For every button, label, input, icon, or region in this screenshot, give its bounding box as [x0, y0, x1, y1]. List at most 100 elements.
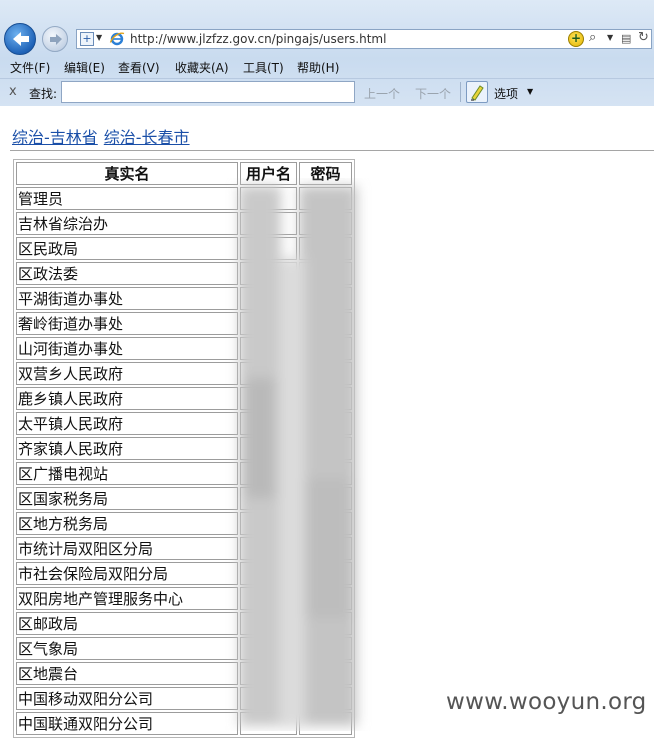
- forward-button[interactable]: [42, 26, 68, 52]
- password-cell: [299, 712, 352, 735]
- real-name-cell: 双阳房地产管理服务中心: [16, 587, 238, 610]
- back-button[interactable]: [4, 23, 36, 55]
- breadcrumb: 综治-吉林省 综治-长春市: [12, 124, 196, 148]
- username-cell: [240, 187, 297, 210]
- username-cell: [240, 512, 297, 535]
- table-row: 双阳房地产管理服务中心: [16, 587, 352, 610]
- real-name-cell: 鹿乡镇人民政府: [16, 387, 238, 410]
- table-row: 区政法委: [16, 262, 352, 285]
- forward-arrow-icon: [50, 34, 62, 45]
- real-name-cell: 市统计局双阳区分局: [16, 537, 238, 560]
- url-text[interactable]: http://www.jlzfzz.gov.cn/pingajs/users.h…: [130, 32, 386, 46]
- menu-tools[interactable]: 工具(T): [243, 59, 284, 76]
- password-cell: [299, 262, 352, 285]
- real-name-cell: 区地震台: [16, 662, 238, 685]
- header-real-name: 真实名: [16, 162, 238, 185]
- watermark: www.wooyun.org: [446, 689, 647, 715]
- table-row: 区地方税务局: [16, 512, 352, 535]
- address-bar[interactable]: + ▼ http://www.jlzfzz.gov.cn/pingajs/use…: [76, 29, 652, 49]
- refresh-icon[interactable]: ↻: [638, 30, 649, 45]
- username-cell: [240, 462, 297, 485]
- divider: [460, 82, 461, 102]
- password-cell: [299, 437, 352, 460]
- password-cell: [299, 612, 352, 635]
- username-cell: [240, 637, 297, 660]
- real-name-cell: 双营乡人民政府: [16, 362, 238, 385]
- search-dropdown-icon[interactable]: ▼: [607, 33, 613, 42]
- table-row: 双营乡人民政府: [16, 362, 352, 385]
- username-cell: [240, 487, 297, 510]
- username-cell: [240, 662, 297, 685]
- find-options-button[interactable]: 选项: [494, 85, 518, 102]
- go-icon[interactable]: +: [568, 31, 584, 47]
- table-row: 区地震台: [16, 662, 352, 685]
- real-name-cell: 区地方税务局: [16, 512, 238, 535]
- password-cell: [299, 212, 352, 235]
- menu-favorites[interactable]: 收藏夹(A): [175, 59, 229, 76]
- real-name-cell: 区广播电视站: [16, 462, 238, 485]
- table-row: 吉林省综治办: [16, 212, 352, 235]
- table-row: 中国移动双阳分公司: [16, 687, 352, 710]
- password-cell: [299, 662, 352, 685]
- username-cell: [240, 212, 297, 235]
- menu-help[interactable]: 帮助(H): [297, 59, 339, 76]
- users-table: 真实名 用户名 密码 管理员 吉林省综治办 区民政局 区政法委 平湖街道办事处 …: [13, 159, 355, 738]
- username-cell: [240, 312, 297, 335]
- chevron-down-icon[interactable]: ▼: [527, 87, 533, 96]
- username-cell: [240, 362, 297, 385]
- find-previous-button[interactable]: 上一个: [364, 85, 400, 102]
- password-cell: [299, 512, 352, 535]
- password-cell: [299, 387, 352, 410]
- username-cell: [240, 387, 297, 410]
- password-cell: [299, 487, 352, 510]
- link-jilin[interactable]: 综治-吉林省: [12, 128, 98, 147]
- username-cell: [240, 562, 297, 585]
- close-find-icon[interactable]: x: [9, 84, 17, 99]
- real-name-cell: 奢岭街道办事处: [16, 312, 238, 335]
- menu-edit[interactable]: 编辑(E): [64, 59, 105, 76]
- find-input[interactable]: [61, 81, 355, 103]
- password-cell: [299, 537, 352, 560]
- highlight-matches-button[interactable]: [466, 81, 488, 103]
- username-cell: [240, 712, 297, 735]
- table-row: 市社会保险局双阳分局: [16, 562, 352, 585]
- menu-view[interactable]: 查看(V): [118, 59, 160, 76]
- username-cell: [240, 287, 297, 310]
- real-name-cell: 区国家税务局: [16, 487, 238, 510]
- table-row: 太平镇人民政府: [16, 412, 352, 435]
- back-arrow-icon: [13, 32, 29, 46]
- username-cell: [240, 687, 297, 710]
- table-row: 区气象局: [16, 637, 352, 660]
- real-name-cell: 齐家镇人民政府: [16, 437, 238, 460]
- browser-chrome: + ▼ http://www.jlzfzz.gov.cn/pingajs/use…: [0, 0, 654, 106]
- divider: [10, 150, 654, 151]
- menu-bar: 文件(F) 编辑(E) 查看(V) 收藏夹(A) 工具(T) 帮助(H): [0, 56, 654, 77]
- real-name-cell: 管理员: [16, 187, 238, 210]
- header-username: 用户名: [240, 162, 297, 185]
- table-row: 奢岭街道办事处: [16, 312, 352, 335]
- password-cell: [299, 362, 352, 385]
- real-name-cell: 山河街道办事处: [16, 337, 238, 360]
- menu-file[interactable]: 文件(F): [10, 59, 50, 76]
- real-name-cell: 区民政局: [16, 237, 238, 260]
- find-next-button[interactable]: 下一个: [415, 85, 451, 102]
- real-name-cell: 区邮政局: [16, 612, 238, 635]
- real-name-cell: 市社会保险局双阳分局: [16, 562, 238, 585]
- compatibility-view-icon[interactable]: ▤: [621, 32, 631, 45]
- username-cell: [240, 237, 297, 260]
- username-cell: [240, 537, 297, 560]
- password-cell: [299, 187, 352, 210]
- chevron-down-icon[interactable]: ▼: [96, 33, 102, 42]
- real-name-cell: 太平镇人民政府: [16, 412, 238, 435]
- find-bar: x 查找: 上一个 下一个 选项 ▼: [0, 78, 654, 106]
- password-cell: [299, 462, 352, 485]
- username-cell: [240, 412, 297, 435]
- real-name-cell: 区气象局: [16, 637, 238, 660]
- password-cell: [299, 562, 352, 585]
- page-add-icon[interactable]: +: [80, 32, 94, 46]
- table-row: 鹿乡镇人民政府: [16, 387, 352, 410]
- link-changchun[interactable]: 综治-长春市: [104, 128, 190, 147]
- table-row: 管理员: [16, 187, 352, 210]
- password-cell: [299, 587, 352, 610]
- search-icon[interactable]: ⌕: [589, 30, 596, 45]
